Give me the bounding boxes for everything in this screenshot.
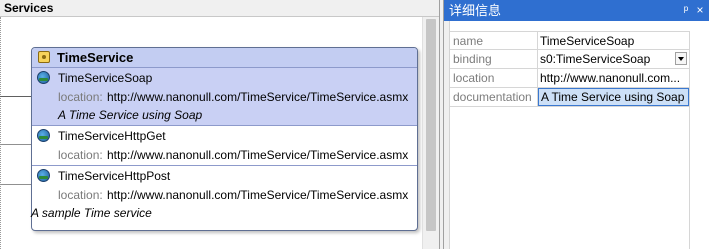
binding-select-value: s0:TimeServiceSoap	[540, 52, 651, 66]
property-value[interactable]: http://www.nanonull.com...	[538, 69, 689, 87]
service-documentation: A sample Time service	[31, 206, 152, 220]
service-name: TimeService	[57, 50, 134, 65]
property-value[interactable]: TimeServiceSoap	[538, 32, 689, 50]
vertical-scrollbar[interactable]	[422, 17, 439, 249]
service-box[interactable]: TimeService TimeServiceSoap location: ht…	[31, 47, 418, 231]
canvas-guide-line	[0, 17, 1, 249]
port-name: TimeServiceHttpGet	[58, 129, 166, 143]
services-pane: Services TimeService TimeServiceSoap loc…	[0, 0, 440, 249]
property-key: name	[450, 32, 538, 50]
property-key: binding	[450, 50, 538, 68]
properties-table: name TimeServiceSoap binding s0:TimeServ…	[450, 31, 689, 107]
port-location-value: http://www.nanonull.com/TimeService/Time…	[107, 90, 409, 104]
property-value-binding[interactable]: s0:TimeServiceSoap	[538, 50, 689, 68]
details-pane-title: 详细信息	[449, 3, 502, 18]
property-row-documentation[interactable]: documentation A Time Service using Soap	[450, 88, 689, 107]
services-pane-title: Services	[0, 0, 439, 17]
port-location-label: location:	[58, 90, 103, 104]
port-globe-icon	[37, 169, 50, 182]
service-title[interactable]: TimeService	[32, 48, 417, 68]
port-location-label: location:	[58, 148, 103, 162]
services-canvas[interactable]: TimeService TimeServiceSoap location: ht…	[0, 17, 422, 249]
scrollbar-thumb[interactable]	[426, 19, 436, 231]
connector-line	[0, 96, 31, 97]
port-name: TimeServiceHttpPost	[58, 169, 171, 183]
port-globe-icon	[37, 129, 50, 142]
chevron-down-icon[interactable]	[675, 52, 687, 65]
connector-line	[0, 184, 31, 185]
port-name: TimeServiceSoap	[58, 71, 153, 85]
port-timeservicesoap[interactable]: TimeServiceSoap location: http://www.nan…	[32, 68, 417, 126]
details-pane-header: 详细信息 ᵖ ×	[444, 0, 709, 21]
port-documentation: A Time Service using Soap	[58, 108, 203, 122]
property-key: documentation	[450, 88, 538, 106]
connector-line	[0, 144, 31, 145]
port-location-value: http://www.nanonull.com/TimeService/Time…	[107, 148, 409, 162]
pin-icon[interactable]: ᵖ	[679, 0, 693, 21]
property-row-binding[interactable]: binding s0:TimeServiceSoap	[450, 50, 689, 69]
service-icon	[38, 51, 50, 63]
properties-body: name TimeServiceSoap binding s0:TimeServ…	[444, 21, 709, 249]
property-key: location	[450, 69, 538, 87]
port-location-value: http://www.nanonull.com/TimeService/Time…	[107, 188, 409, 202]
port-globe-icon	[37, 71, 50, 84]
port-timeservicehttppost[interactable]: TimeServiceHttpPost location: http://www…	[32, 166, 417, 206]
property-row-name[interactable]: name TimeServiceSoap	[450, 31, 689, 50]
port-location-label: location:	[58, 188, 103, 202]
properties-divider	[689, 31, 690, 249]
details-pane: 详细信息 ᵖ × name TimeServiceSoap binding s0…	[443, 0, 709, 249]
port-timeservicehttpget[interactable]: TimeServiceHttpGet location: http://www.…	[32, 126, 417, 166]
close-icon[interactable]: ×	[693, 0, 707, 21]
property-row-location[interactable]: location http://www.nanonull.com...	[450, 69, 689, 88]
property-value-selected[interactable]: A Time Service using Soap	[538, 88, 689, 106]
